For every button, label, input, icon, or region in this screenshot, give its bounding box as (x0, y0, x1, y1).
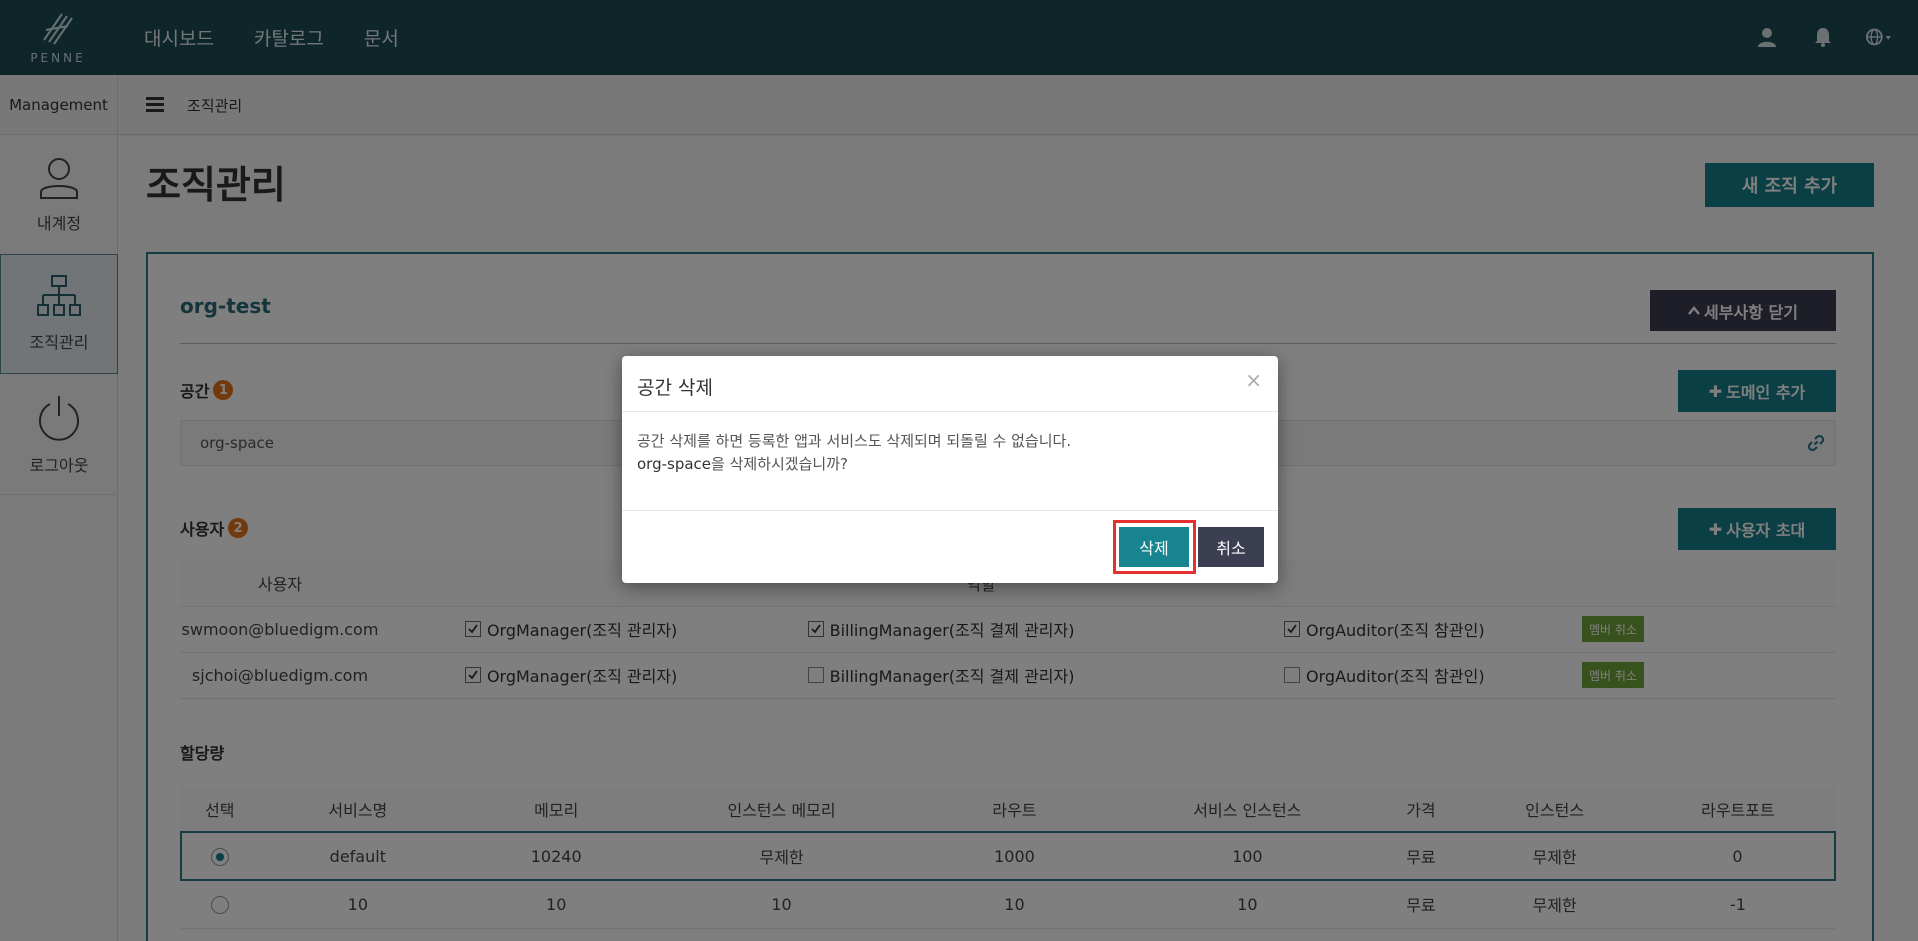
delete-button[interactable]: 삭제 (1119, 527, 1189, 567)
close-icon[interactable]: × (1245, 368, 1262, 392)
modal-message: 공간 삭제를 하면 등록한 앱과 서비스도 삭제되며 되돌릴 수 없습니다. (637, 432, 1072, 450)
space-name-highlight: org-space (637, 455, 712, 473)
divider (622, 510, 1278, 511)
modal-body: 공간 삭제를 하면 등록한 앱과 서비스도 삭제되며 되돌릴 수 없습니다. o… (637, 430, 1071, 476)
modal-question-text: 을 삭제하시겠습니까? (711, 455, 848, 473)
cancel-button[interactable]: 취소 (1198, 527, 1264, 567)
delete-space-modal: 공간 삭제 × 공간 삭제를 하면 등록한 앱과 서비스도 삭제되며 되돌릴 수… (622, 356, 1278, 583)
modal-confirm-question: org-space을 삭제하시겠습니까? (637, 453, 1071, 476)
modal-title: 공간 삭제 (637, 377, 713, 399)
divider (622, 411, 1278, 412)
